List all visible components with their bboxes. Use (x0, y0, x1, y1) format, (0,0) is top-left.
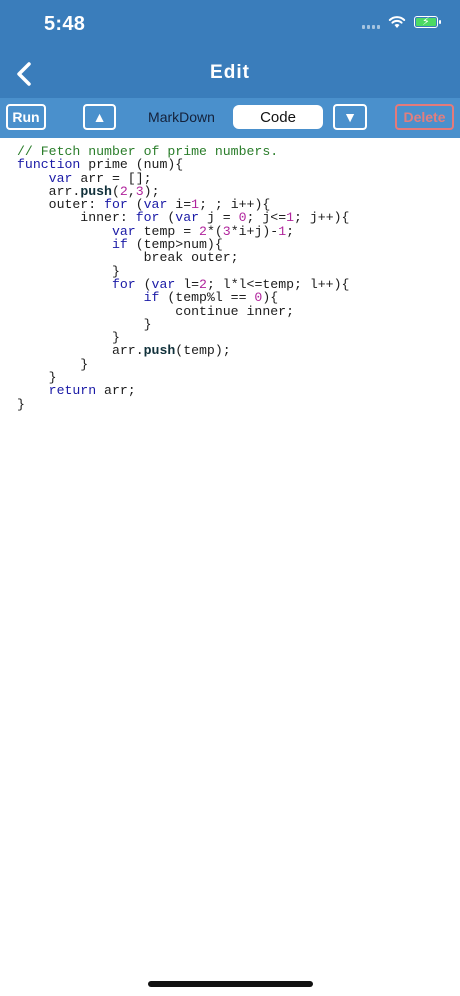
tab-code[interactable]: Code (233, 105, 323, 129)
code-line: return arr; (17, 384, 349, 397)
code-line: arr.push(2,3); (17, 185, 349, 198)
code-token: return (48, 383, 97, 399)
code-token: 3 (222, 223, 231, 239)
code-line: } (17, 371, 349, 384)
battery-charging-icon: ⚡ (414, 16, 441, 28)
code-token: push (143, 343, 176, 359)
navigation-bar: Edit (0, 50, 460, 98)
code-editor[interactable]: // Fetch number of prime numbers. functio… (0, 138, 460, 958)
editor-toolbar: Run ▲ MarkDown Code ▼ Delete (0, 98, 460, 138)
cellular-signal-icon (362, 15, 380, 29)
status-icons: ⚡ (362, 15, 441, 29)
code-line: } (17, 265, 349, 278)
code-line: if (temp%l == 0){ (17, 291, 349, 304)
code-line: } (17, 331, 349, 344)
home-indicator (148, 981, 313, 987)
code-line: for (var l=2; l*l<=temp; l++){ (17, 278, 349, 291)
code-line: } (17, 358, 349, 371)
code-line: } (17, 318, 349, 331)
status-bar: 5:48 ⚡ (0, 0, 460, 50)
delete-button[interactable]: Delete (395, 104, 454, 130)
code-line: inner: for (var j = 0; j<=1; j++){ (17, 211, 349, 224)
code-line: var arr = []; (17, 171, 349, 185)
code-line: break outer; (17, 251, 349, 264)
code-line: outer: for (var i=1; ; i++){ (17, 198, 349, 211)
code-token: (temp); (175, 343, 231, 359)
code-line: if (temp>num){ (17, 238, 349, 251)
code-line: function prime (num){ (17, 158, 349, 171)
move-down-button[interactable]: ▼ (333, 104, 367, 130)
code-line: var temp = 2*(3*i+j)-1; (17, 225, 349, 238)
code-token: 1 (278, 223, 287, 239)
move-up-button[interactable]: ▲ (83, 104, 116, 130)
code-token: *i+j)- (230, 223, 279, 239)
code-line: continue inner; (17, 304, 349, 318)
mode-segmented-control: MarkDown Code (130, 104, 323, 130)
status-time: 5:48 (44, 13, 86, 35)
code-line: arr.push(temp); (17, 344, 349, 357)
run-button[interactable]: Run (6, 104, 46, 130)
code-token: } (17, 396, 25, 412)
wifi-icon (388, 16, 406, 28)
code-content: // Fetch number of prime numbers. functio… (17, 145, 349, 411)
code-line: // Fetch number of prime numbers. (17, 145, 349, 158)
code-line: } (17, 396, 349, 412)
page-title: Edit (210, 62, 250, 83)
tab-markdown[interactable]: MarkDown (130, 105, 233, 129)
code-token: ; j++){ (294, 210, 350, 226)
code-token: ; (286, 223, 295, 239)
code-token: arr; (96, 383, 136, 399)
